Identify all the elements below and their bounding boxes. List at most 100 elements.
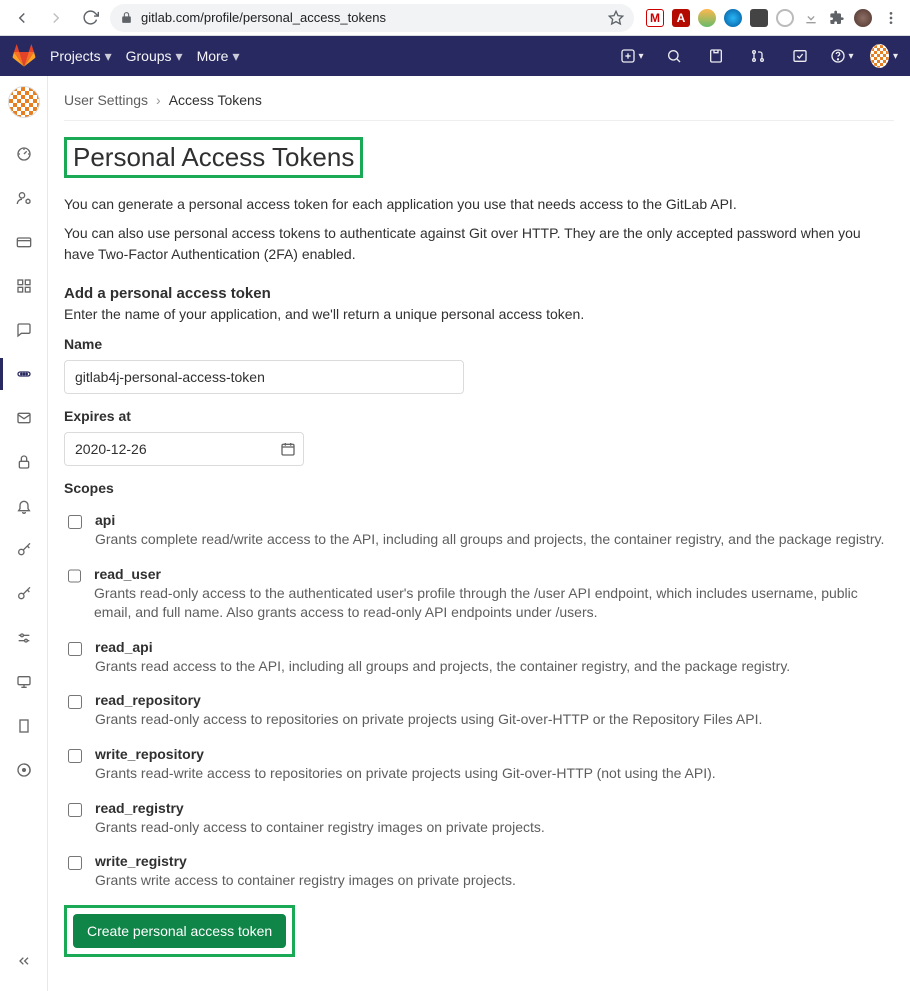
merge-requests-button[interactable] [744,42,772,70]
sidebar-item-building[interactable] [0,704,48,748]
chevron-down-icon: ▾ [638,51,643,62]
scope-checkbox-write_registry[interactable] [68,856,82,870]
gitlab-logo-icon[interactable] [12,44,36,68]
todos-button[interactable] [786,42,814,70]
create-token-button[interactable]: Create personal access token [73,914,286,948]
sidebar-item-applications[interactable] [0,264,48,308]
scope-desc: Grants complete read/write access to the… [95,530,884,550]
nav-projects-label: Projects [50,48,101,64]
sidebar-item-bell[interactable] [0,484,48,528]
new-dropdown-button[interactable]: ▾ [618,42,646,70]
key-icon [16,586,32,602]
chevron-right-icon: › [156,92,161,108]
nav-projects[interactable]: Projects ▾ [50,48,112,65]
scope-checkbox-read_registry[interactable] [68,803,82,817]
scope-checkbox-read_repository[interactable] [68,695,82,709]
token-expires-input[interactable] [64,432,304,466]
sidebar-item-key[interactable] [0,528,48,572]
chevron-down-icon: ▾ [893,51,898,62]
sidebar-item-token[interactable] [0,352,48,396]
lock-icon [120,11,133,24]
issues-button[interactable] [702,42,730,70]
chevron-down-icon: ▾ [105,48,112,65]
person-gear-icon [16,190,32,206]
nav-groups-label: Groups [126,48,172,64]
scope-name: read_repository [95,692,762,708]
forward-button[interactable] [42,4,70,32]
ext-mcafee-icon[interactable]: M [646,9,664,27]
sidebar-item-mail[interactable] [0,396,48,440]
ext-profile-icon[interactable] [854,9,872,27]
sidebar-item-key[interactable] [0,572,48,616]
chevron-down-icon: ▾ [176,48,183,65]
chevron-down-icon: ▾ [848,51,853,62]
nav-groups[interactable]: Groups ▾ [126,48,183,65]
sidebar-item-chat[interactable] [0,308,48,352]
scope-name: write_registry [95,853,516,869]
page-desc-1: You can generate a personal access token… [64,194,894,215]
sidebar-item-credit-card[interactable] [0,220,48,264]
key-icon [16,542,32,558]
user-menu[interactable]: ▾ [870,42,898,70]
ext-adobe-icon[interactable]: A [672,9,690,27]
ext-puzzle-icon[interactable] [828,9,846,27]
expires-label: Expires at [64,408,894,424]
search-button[interactable] [660,42,688,70]
ext-pocket-icon[interactable] [750,9,768,27]
name-label: Name [64,336,894,352]
scope-name: api [95,512,884,528]
chrome-menu-button[interactable] [880,4,902,32]
sidebar-item-sliders[interactable] [0,616,48,660]
avatar [870,44,889,68]
reload-button[interactable] [76,4,104,32]
add-token-sub: Enter the name of your application, and … [64,306,894,322]
scope-row: read_user Grants read-only access to the … [64,558,894,631]
scope-desc: Grants read-only access to repositories … [95,710,762,730]
page-title: Personal Access Tokens [64,137,363,178]
scope-desc: Grants read-only access to container reg… [95,818,545,838]
scope-checkbox-read_user[interactable] [68,569,81,583]
token-name-input[interactable] [64,360,464,394]
scope-name: read_user [94,566,894,582]
add-token-heading: Add a personal access token [64,285,894,302]
gitlab-topbar: Projects ▾ Groups ▾ More ▾ ▾ ▾ ▾ [0,36,910,76]
ext-avast-icon[interactable] [698,9,716,27]
usage-icon [16,762,32,778]
bookmark-star-icon[interactable] [608,10,624,26]
scope-desc: Grants read-write access to repositories… [95,764,716,784]
nav-more[interactable]: More ▾ [197,48,240,65]
sidebar-item-usage[interactable] [0,748,48,792]
sidebar-item-dashboard[interactable] [0,132,48,176]
sidebar-item-person-gear[interactable] [0,176,48,220]
token-icon [16,366,32,382]
help-button[interactable]: ▾ [828,42,856,70]
credit-card-icon [16,234,32,250]
ext-download-icon[interactable] [802,9,820,27]
extension-icons: M A [640,4,902,32]
collapse-sidebar-button[interactable] [0,941,48,981]
chevron-down-icon: ▾ [232,48,239,65]
sidebar-item-monitor[interactable] [0,660,48,704]
browser-chrome: gitlab.com/profile/personal_access_token… [0,0,910,36]
breadcrumb: User Settings › Access Tokens [64,92,894,121]
address-bar[interactable]: gitlab.com/profile/personal_access_token… [110,4,634,32]
scope-row: read_registryGrants read-only access to … [64,792,894,846]
scope-row: api Grants complete read/write access to … [64,504,894,558]
scope-checkbox-api[interactable] [68,515,82,529]
sidebar-item-lock[interactable] [0,440,48,484]
breadcrumb-parent[interactable]: User Settings [64,92,148,108]
dashboard-icon [16,146,32,162]
scope-checkbox-write_repository[interactable] [68,749,82,763]
page-desc-2: You can also use personal access tokens … [64,223,894,265]
scope-row: read_repository Grants read-only access t… [64,684,894,738]
scope-desc: Grants write access to container registr… [95,871,516,891]
ext-globe-icon[interactable] [724,9,742,27]
sidebar-avatar[interactable] [8,86,40,118]
applications-icon [16,278,32,294]
back-button[interactable] [8,4,36,32]
ext-circle-icon[interactable] [776,9,794,27]
scope-checkbox-read_api[interactable] [68,642,82,656]
scopes-list: api Grants complete read/write access to … [64,504,894,899]
scope-name: write_repository [95,746,716,762]
scope-desc: Grants read-only access to the authentic… [94,584,894,623]
